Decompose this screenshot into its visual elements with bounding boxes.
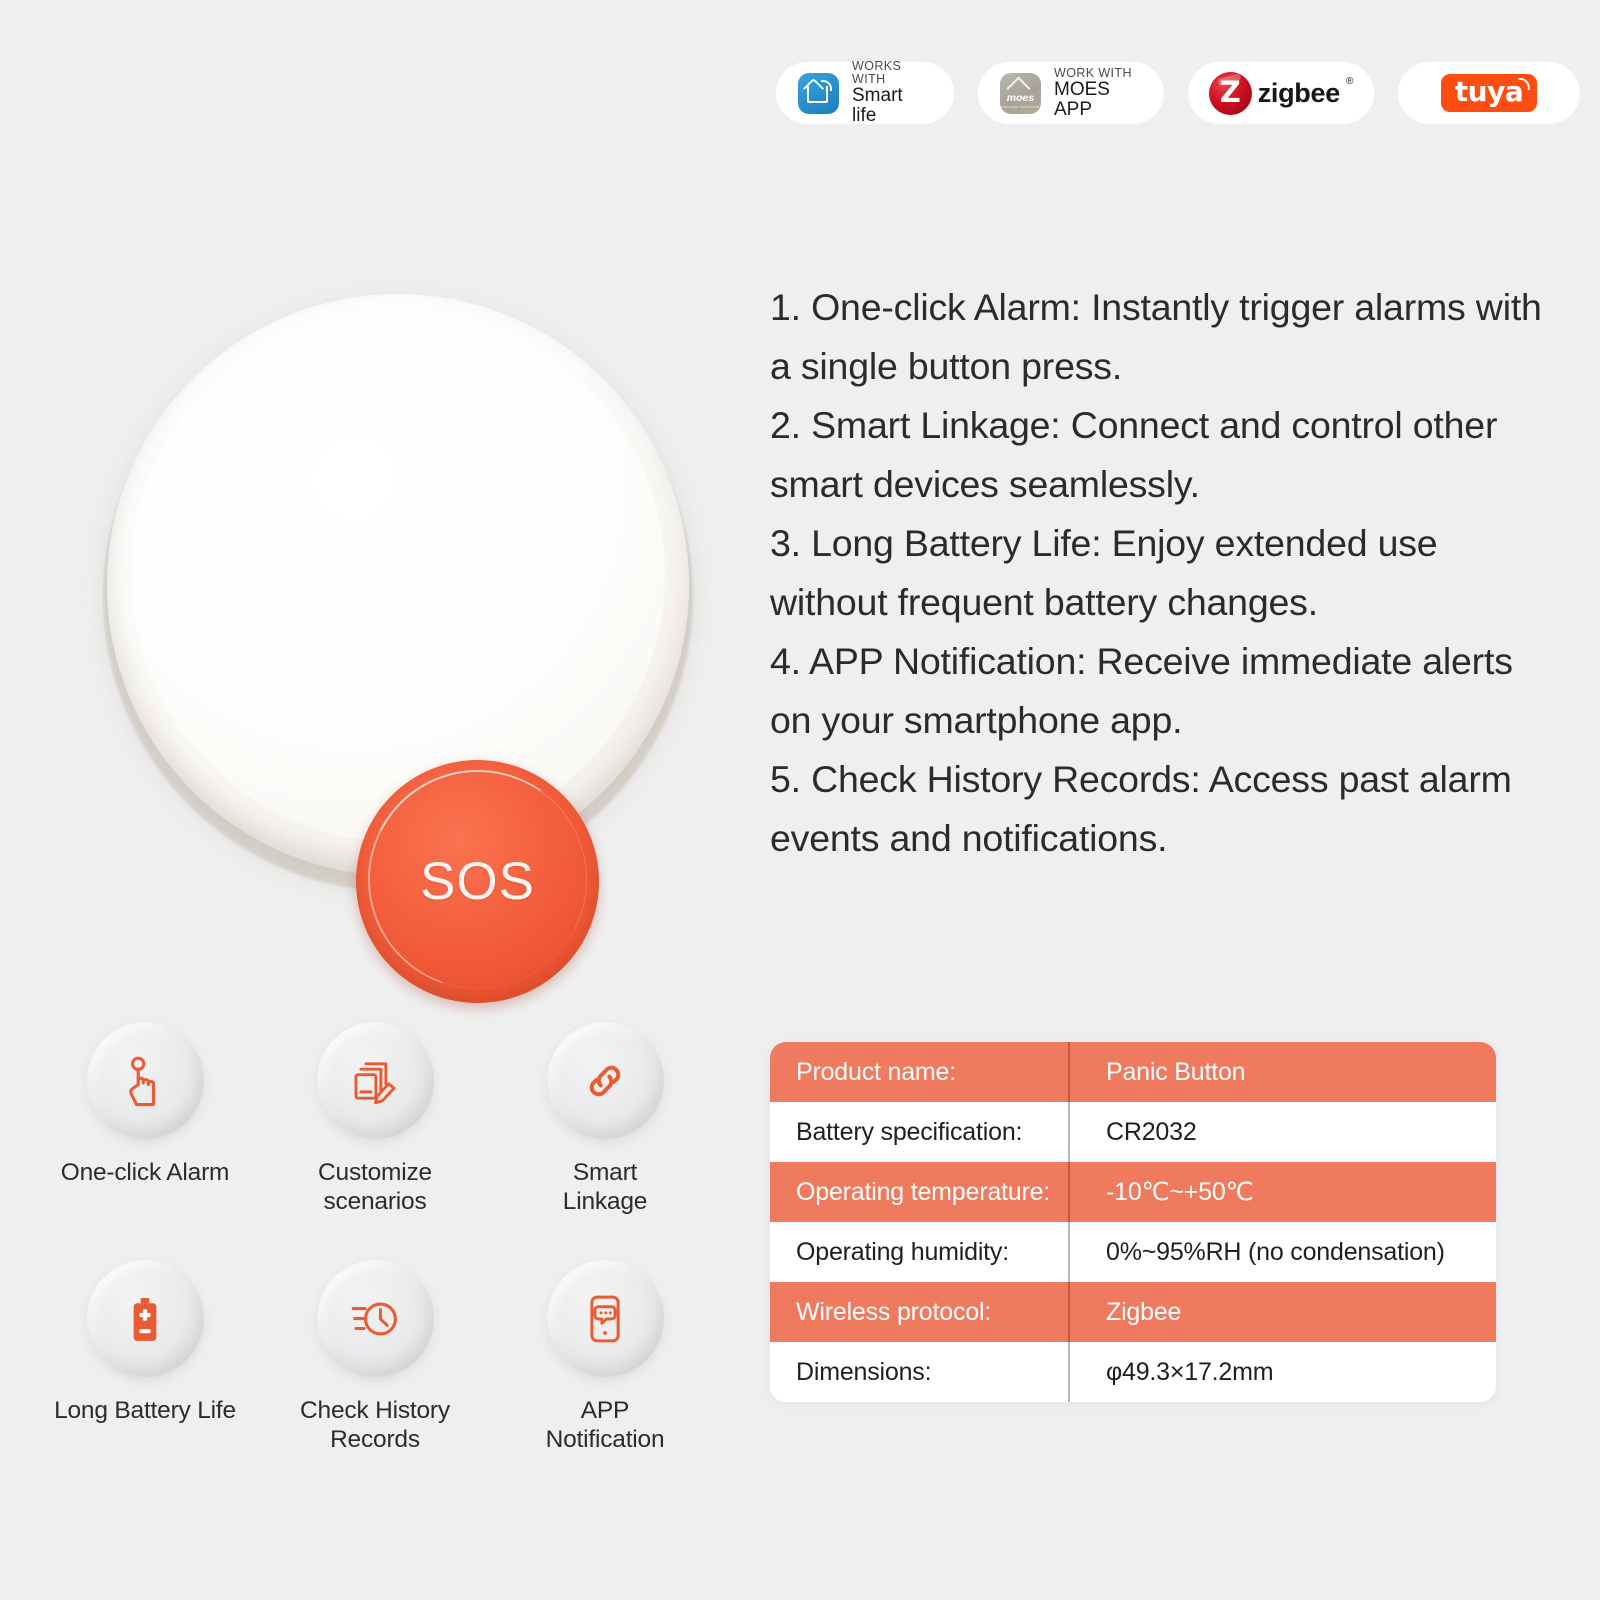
icon-feature-label: One-click Alarm (60, 1159, 230, 1186)
edit-documents-icon (316, 1022, 434, 1139)
compatibility-badges: WORKS WITH Smart life moes make your hom… (776, 58, 1580, 127)
spec-key: Operating humidity: (796, 1237, 1009, 1266)
spec-key: Battery specification: (796, 1117, 1023, 1146)
icon-feature-smart-linkage: Smart Linkage (490, 1022, 720, 1216)
column-divider (1068, 1342, 1070, 1402)
icon-feature-label: Check History Records (300, 1397, 450, 1453)
feature-list: 1. One-click Alarm: Instantly trigger al… (770, 278, 1550, 868)
spec-key: Dimensions: (796, 1357, 932, 1386)
column-divider (1068, 1222, 1070, 1282)
spec-key: Product name: (796, 1057, 956, 1086)
spec-value: CR2032 (1106, 1117, 1197, 1146)
product-detail-page: WORKS WITH Smart life moes make your hom… (0, 0, 1600, 1600)
table-row: Dimensions: φ49.3×17.2mm (770, 1342, 1496, 1402)
feature-item-2: 2. Smart Linkage: Connect and control ot… (770, 404, 1498, 505)
icon-feature-label: Long Battery Life (54, 1397, 236, 1424)
column-divider (1068, 1042, 1070, 1102)
moes-logo-subtext: make your home smart (1000, 104, 1041, 109)
table-row: Battery specification: CR2032 (770, 1102, 1496, 1162)
specification-table: Product name: Panic Button Battery speci… (770, 1042, 1496, 1402)
badge-tuya: tuya (1398, 62, 1580, 124)
icon-feature-label: Smart Linkage (562, 1159, 648, 1215)
zigbee-wordmark: zigbee (1257, 77, 1341, 108)
zigbee-registered-mark: ® (1345, 75, 1354, 87)
history-clock-icon (316, 1260, 434, 1377)
moes-logo-icon: moes make your home smart (1000, 72, 1041, 114)
table-row: Wireless protocol: Zigbee (770, 1282, 1496, 1342)
column-divider (1068, 1282, 1070, 1342)
tuya-logo-icon: tuya (1440, 74, 1538, 112)
badge-smart-life-big: Smart life (852, 85, 903, 127)
column-divider (1068, 1102, 1070, 1162)
spec-value: Zigbee (1106, 1297, 1182, 1326)
icon-feature-app-notification: APP Notification (490, 1260, 720, 1454)
feature-item-3: 3. Long Battery Life: Enjoy extended use… (770, 522, 1438, 623)
battery-icon (86, 1260, 204, 1377)
phone-message-icon (546, 1260, 664, 1377)
moes-logo-text: moes (1006, 91, 1035, 104)
tuya-wordmark: tuya (1454, 75, 1524, 108)
sos-button[interactable]: SOS (339, 741, 616, 1018)
zigbee-mark: Z (1219, 75, 1241, 109)
icon-feature-one-click-alarm: One-click Alarm (30, 1022, 260, 1216)
spec-value: φ49.3×17.2mm (1106, 1357, 1274, 1386)
sos-button-label: SOS (420, 852, 535, 911)
badge-smart-life: WORKS WITH Smart life (776, 58, 954, 127)
column-divider (1068, 1162, 1070, 1222)
badge-moes-small: WORK WITH (1054, 65, 1132, 80)
spec-key: Wireless protocol: (796, 1297, 992, 1326)
device-face (131, 308, 665, 842)
table-row: Operating humidity: 0%~95%RH (no condens… (770, 1222, 1496, 1282)
product-image: SOS (97, 288, 697, 1018)
icon-feature-long-battery-life: Long Battery Life (30, 1260, 260, 1454)
icon-feature-customize-scenarios: Customize scenarios (260, 1022, 490, 1216)
icon-feature-label: APP Notification (545, 1397, 665, 1453)
spec-value: Panic Button (1106, 1057, 1246, 1086)
smart-life-logo-icon (798, 72, 839, 114)
icon-feature-label: Customize scenarios (318, 1159, 432, 1215)
chain-link-icon (546, 1022, 664, 1139)
tap-hand-icon (86, 1022, 204, 1139)
badge-smart-life-small: WORKS WITH (852, 58, 902, 87)
table-row: Operating temperature: -10℃~+50℃ (770, 1162, 1496, 1222)
spec-value: 0%~95%RH (no condensation) (1106, 1237, 1445, 1266)
badge-zigbee: Z zigbee ® (1188, 62, 1374, 124)
spec-value: -10℃~+50℃ (1106, 1178, 1254, 1206)
feature-item-1: 1. One-click Alarm: Instantly trigger al… (770, 286, 1542, 387)
feature-item-4: 4. APP Notification: Receive immediate a… (770, 640, 1513, 741)
feature-item-5: 5. Check History Records: Access past al… (770, 758, 1512, 859)
icon-feature-grid: One-click Alarm Customize scenarios Smar… (30, 1022, 720, 1454)
badge-moes-app: moes make your home smart WORK WITH MOES… (978, 62, 1164, 124)
icon-feature-check-history-records: Check History Records (260, 1260, 490, 1454)
zigbee-logo-icon: Z (1208, 71, 1252, 115)
badge-moes-big: MOES APP (1054, 78, 1110, 120)
spec-key: Operating temperature: (796, 1177, 1051, 1206)
table-row: Product name: Panic Button (770, 1042, 1496, 1102)
